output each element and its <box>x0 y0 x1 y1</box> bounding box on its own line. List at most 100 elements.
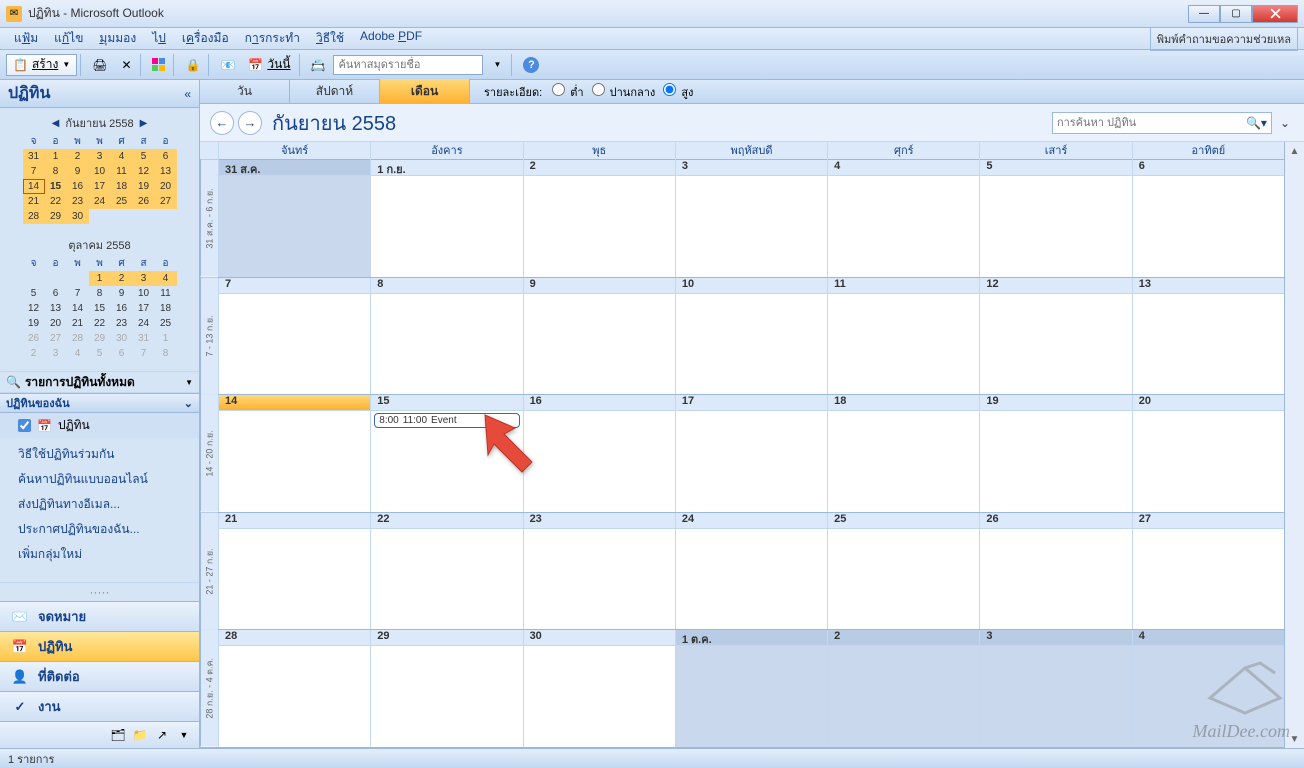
address-book-button[interactable]: 📇 <box>306 54 331 76</box>
new-button[interactable]: 📋 สร้าง ▼ <box>6 54 77 76</box>
mini-cal-day[interactable]: 19 <box>133 179 155 194</box>
mini-cal-day[interactable]: 3 <box>133 271 155 286</box>
day-cell[interactable]: 9 <box>523 278 675 395</box>
collapse-nav-button[interactable]: « <box>184 87 191 101</box>
view-tab[interactable]: วัน <box>200 79 290 104</box>
mini-cal-day[interactable]: 9 <box>111 286 133 301</box>
day-cell[interactable]: 17 <box>675 395 827 512</box>
day-cell[interactable]: 10 <box>675 278 827 395</box>
mini-calendar-2[interactable]: ตุลาคม 2558 จอพพศสอ123456789101112131415… <box>2 234 197 361</box>
day-cell[interactable]: 11 <box>827 278 979 395</box>
mini-cal-day[interactable]: 24 <box>89 194 111 209</box>
mini-cal-day[interactable] <box>67 271 89 286</box>
day-cell[interactable]: 7 <box>218 278 370 395</box>
print-button[interactable]: 🖨 <box>87 54 112 76</box>
nav-link[interactable]: ประกาศปฏิทินของฉัน... <box>0 517 199 542</box>
scroll-up-button[interactable]: ▲ <box>1285 142 1304 160</box>
mini-cal-day[interactable]: 2 <box>111 271 133 286</box>
menu-item[interactable]: วิธีใช้ <box>308 27 352 50</box>
mini-cal-day[interactable]: 17 <box>133 301 155 316</box>
mini-cal-day[interactable]: 14 <box>23 179 45 194</box>
mini-cal-day[interactable]: 11 <box>111 164 133 179</box>
mini-cal-day[interactable]: 10 <box>133 286 155 301</box>
mini-cal-day[interactable]: 30 <box>67 209 89 224</box>
mini-cal-day[interactable]: 14 <box>67 301 89 316</box>
menu-item[interactable]: Adobe PDF <box>352 27 430 50</box>
mini-cal-day[interactable]: 8 <box>155 346 177 361</box>
mini-cal-day[interactable]: 12 <box>23 301 45 316</box>
mini-cal-day[interactable]: 29 <box>45 209 67 224</box>
all-calendar-items[interactable]: 🔍 รายการปฏิทินทั้งหมด ▼ <box>0 371 199 393</box>
day-cell[interactable]: 31 ส.ค. <box>218 160 370 277</box>
mini-cal-day[interactable]: 13 <box>155 164 177 179</box>
mini-cal-day[interactable]: 6 <box>111 346 133 361</box>
mini-cal-day[interactable]: 16 <box>111 301 133 316</box>
day-cell[interactable]: 29 <box>370 630 522 747</box>
nav-link[interactable]: ค้นหาปฏิทินแบบออนไลน์ <box>0 467 199 492</box>
day-cell[interactable]: 19 <box>979 395 1131 512</box>
mini-cal-day[interactable]: 20 <box>45 316 67 331</box>
mini-cal-day[interactable]: 10 <box>89 164 111 179</box>
dropdown-button[interactable]: ▼ <box>486 54 508 76</box>
mini-cal-day[interactable]: 11 <box>155 286 177 301</box>
contacts-module-button[interactable]: 👤ที่ติดต่อ <box>0 662 199 692</box>
categories-button[interactable] <box>147 54 170 76</box>
mini-cal-day[interactable]: 16 <box>67 179 89 194</box>
day-cell[interactable]: 4 <box>1132 630 1284 747</box>
calendar-checkbox[interactable] <box>18 419 31 432</box>
day-cell[interactable]: 4 <box>827 160 979 277</box>
mini-cal-day[interactable]: 22 <box>89 316 111 331</box>
calendar-search[interactable]: 🔍▾ <box>1052 112 1272 134</box>
mini-cal-day[interactable]: 27 <box>155 194 177 209</box>
mini-cal-day[interactable]: 23 <box>111 316 133 331</box>
mini-cal-day[interactable]: 4 <box>67 346 89 361</box>
day-cell[interactable]: 27 <box>1132 513 1284 630</box>
mini-cal-day[interactable]: 2 <box>23 346 45 361</box>
delete-button[interactable]: ✕ <box>115 54 137 76</box>
shortcuts-button[interactable]: ↗ <box>153 726 171 744</box>
mini-cal-day[interactable]: 26 <box>23 331 45 346</box>
mini-calendar-1[interactable]: ◀ กันยายน 2558 ▶ จอพพศสอ3112345678910111… <box>2 112 197 224</box>
search-icon[interactable]: 🔍▾ <box>1246 116 1267 130</box>
mini-cal-day[interactable]: 27 <box>45 331 67 346</box>
calendar-checkbox-item[interactable]: 📅 ปฏิทิน <box>0 413 199 438</box>
nav-link[interactable]: ส่งปฏิทินทางอีเมล... <box>0 492 199 517</box>
folder-button[interactable]: 📁 <box>131 726 149 744</box>
mini-cal-day[interactable]: 26 <box>133 194 155 209</box>
mini-cal-day[interactable]: 7 <box>67 286 89 301</box>
mini-cal-day[interactable]: 1 <box>89 271 111 286</box>
mini-cal-day[interactable]: 3 <box>45 346 67 361</box>
notes-button[interactable]: 🗂 <box>109 726 127 744</box>
day-cell[interactable]: 24 <box>675 513 827 630</box>
day-cell[interactable]: 3 <box>675 160 827 277</box>
mini-cal-day[interactable]: 4 <box>111 149 133 164</box>
maximize-button[interactable]: ▢ <box>1220 5 1252 23</box>
day-cell[interactable]: 158:0011:00Event <box>370 395 522 512</box>
help-button[interactable]: ? <box>518 54 544 76</box>
mini-cal-day[interactable]: 13 <box>45 301 67 316</box>
day-cell[interactable]: 13 <box>1132 278 1284 395</box>
mini-cal-day[interactable] <box>133 209 155 224</box>
mini-cal-day[interactable]: 15 <box>89 301 111 316</box>
mini-cal-day[interactable]: 5 <box>133 149 155 164</box>
scrollbar[interactable]: ▲ ▼ <box>1284 142 1304 748</box>
mini-cal-day[interactable]: 28 <box>23 209 45 224</box>
mini-cal-day[interactable]: 5 <box>23 286 45 301</box>
mini-cal-day[interactable]: 21 <box>67 316 89 331</box>
mini-cal-day[interactable]: 3 <box>89 149 111 164</box>
mini-cal-day[interactable]: 28 <box>67 331 89 346</box>
day-cell[interactable]: 30 <box>523 630 675 747</box>
mini-cal-day[interactable]: 23 <box>67 194 89 209</box>
options-chevron[interactable]: ⌄ <box>1276 112 1294 134</box>
day-cell[interactable]: 3 <box>979 630 1131 747</box>
prev-month-button[interactable]: ◀ <box>52 118 60 129</box>
tasks-module-button[interactable]: ✓งาน <box>0 692 199 722</box>
day-cell[interactable]: 16 <box>523 395 675 512</box>
view-tab[interactable]: เดือน <box>380 79 470 104</box>
mini-cal-day[interactable] <box>89 209 111 224</box>
share-button[interactable]: 📧 <box>215 54 240 76</box>
mini-cal-day[interactable]: 1 <box>45 149 67 164</box>
mini-cal-day[interactable]: 12 <box>133 164 155 179</box>
nav-link[interactable]: วิธีใช้ปฏิทินร่วมกัน <box>0 442 199 467</box>
day-cell[interactable]: 1 ก.ย. <box>370 160 522 277</box>
